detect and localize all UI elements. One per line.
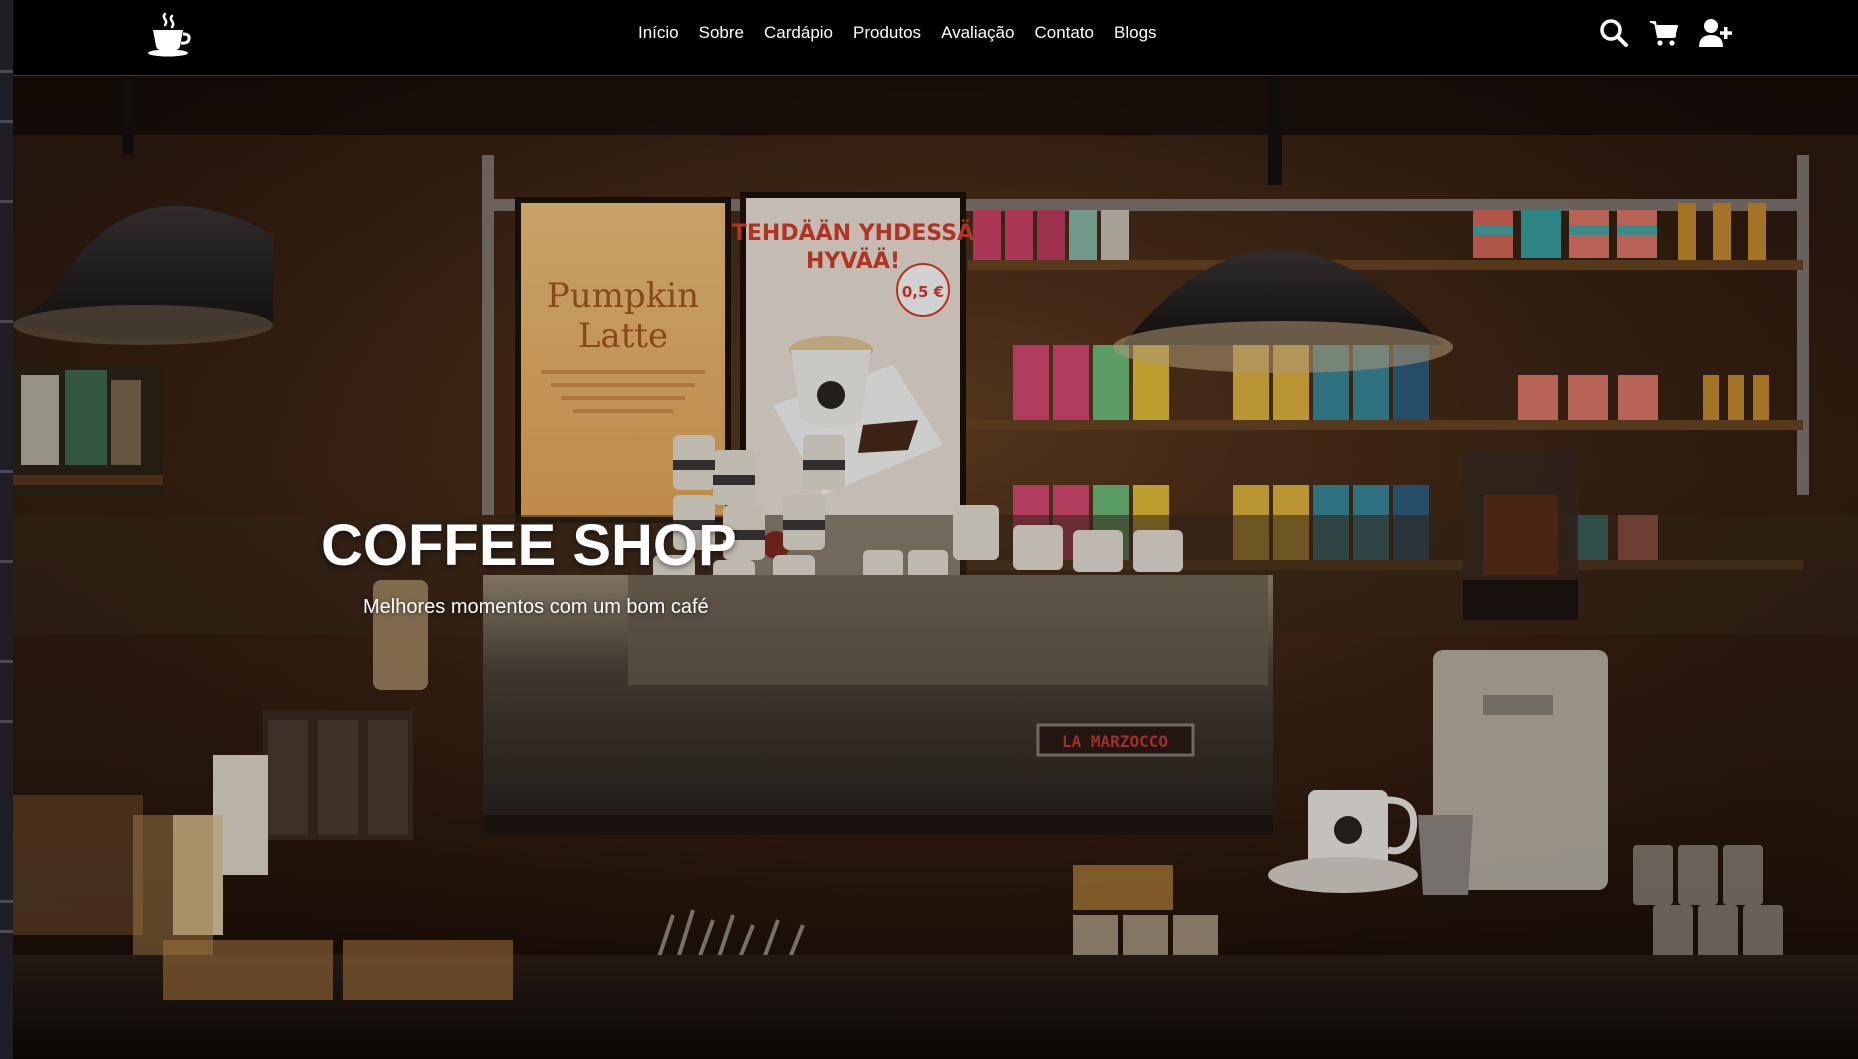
- page: Início Sobre Cardápio Produtos Avaliação…: [13, 0, 1858, 1059]
- nav-link-contato[interactable]: Contato: [1034, 23, 1094, 43]
- hero-subtitle: Melhores momentos com um bom café: [363, 596, 709, 618]
- nav-link-inicio[interactable]: Início: [638, 23, 679, 43]
- nav-link-cardapio[interactable]: Cardápio: [764, 23, 833, 43]
- nav-link-produtos[interactable]: Produtos: [853, 23, 921, 43]
- nav-link-blogs[interactable]: Blogs: [1114, 23, 1157, 43]
- coffee-cup-icon[interactable]: [143, 10, 195, 58]
- navbar: Início Sobre Cardápio Produtos Avaliação…: [13, 0, 1858, 76]
- coffee-shop-counter-photo: Pumpkin Latte TEHDÄÄN YHDESSÄ HYVÄÄ! 0,5…: [13, 75, 1858, 1059]
- hero-section: Pumpkin Latte TEHDÄÄN YHDESSÄ HYVÄÄ! 0,5…: [13, 75, 1858, 1059]
- left-edge-strip: [0, 0, 13, 1059]
- cart-icon[interactable]: [1649, 18, 1679, 48]
- nav-link-sobre[interactable]: Sobre: [699, 23, 744, 43]
- main-nav: Início Sobre Cardápio Produtos Avaliação…: [638, 0, 1177, 66]
- search-icon[interactable]: [1599, 18, 1629, 48]
- nav-icons: [1579, 18, 1733, 48]
- hero-title: COFFEE SHOP: [321, 513, 737, 578]
- nav-link-avaliacao[interactable]: Avaliação: [941, 23, 1014, 43]
- user-plus-icon[interactable]: [1699, 18, 1733, 48]
